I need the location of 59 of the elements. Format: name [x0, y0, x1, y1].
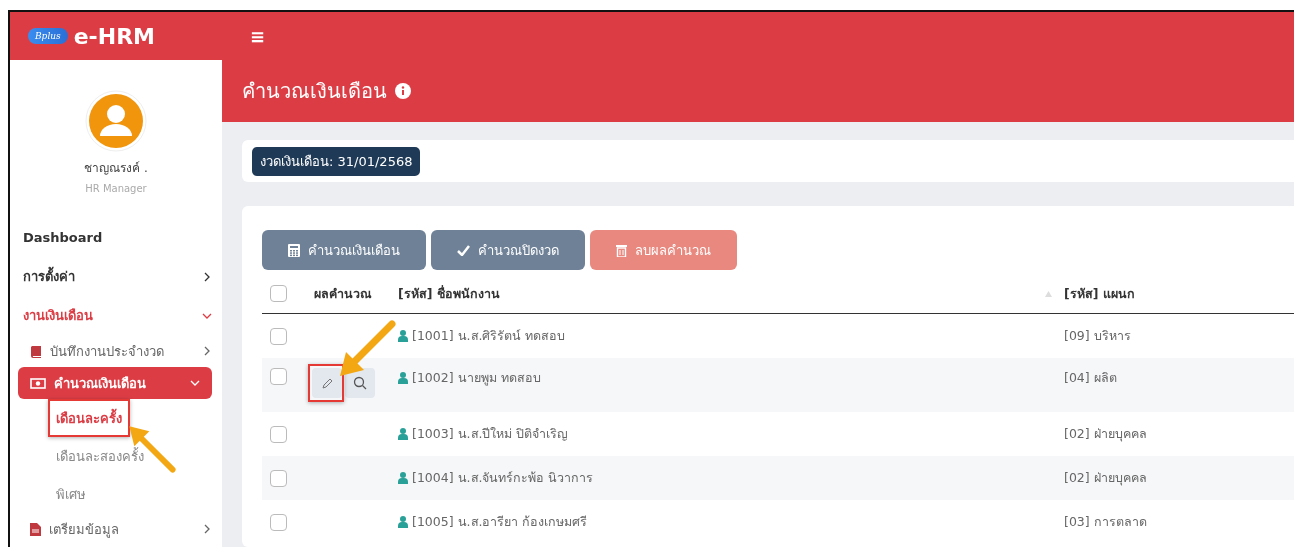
chevron-right-icon: [202, 524, 212, 534]
calculator-icon: [288, 243, 300, 257]
person-icon: [398, 428, 408, 440]
action-button[interactable]: คำนวณปิดงวด: [431, 230, 585, 270]
person-icon: [398, 472, 408, 484]
user-name: ชาญณรงค์ .: [84, 160, 148, 177]
logo-badge: Bplus: [28, 28, 68, 44]
sidebar-subitem[interactable]: บันทึกงานประจำงวด: [30, 335, 212, 367]
sidebar-subitem[interactable]: เตรียมข้อมูล: [30, 513, 212, 545]
page-title: คำนวณเงินเดือน: [242, 78, 387, 105]
department-name: [09] บริหาร: [1064, 327, 1132, 345]
sidebar-subitem[interactable]: เดือนละสองครั้ง: [48, 437, 152, 475]
employee-name: [1002] นายพูม ทดสอบ: [398, 368, 1064, 388]
document-icon: [30, 522, 41, 536]
chevron-right-icon: [202, 271, 212, 282]
sidebar-item[interactable]: งานเงินเดือน: [10, 296, 222, 335]
sidebar-subitem[interactable]: เดือนละครั้ง: [48, 399, 130, 437]
checkbox[interactable]: [270, 513, 287, 531]
employee-name: [1001] น.ส.ศิริรัตน์ ทดสอบ: [398, 326, 1064, 346]
menu-icon[interactable]: ≡: [250, 25, 266, 47]
sidebar-item[interactable]: การตั้งค่า: [10, 257, 222, 296]
banknote-icon: [30, 377, 46, 389]
user-role: HR Manager: [85, 183, 147, 194]
search-icon: [353, 376, 367, 390]
department-name: [03] การตลาด: [1064, 513, 1148, 531]
avatar: [85, 90, 147, 152]
sidebar-subitem[interactable]: พิเศษ: [48, 475, 94, 513]
checkmark-icon: [457, 244, 470, 256]
checkbox[interactable]: [270, 368, 287, 385]
column-header[interactable]: [รหัส] แผนก: [1064, 283, 1294, 304]
sort-icon[interactable]: [1045, 290, 1052, 297]
sidebar-item[interactable]: Dashboard: [10, 218, 222, 257]
sidebar-subitem[interactable]: คำนวณเงินเดือน: [18, 367, 212, 399]
brand-name: e-HRM: [73, 23, 155, 49]
trash-icon: [616, 243, 627, 257]
employee-name: [1005] น.ส.อารียา ก้องเกษมศรี: [398, 512, 1064, 532]
employee-name: [1004] น.ส.จันทร์กะพ้อ นิวาการ: [398, 468, 1064, 488]
employee-name: [1003] น.ส.ปีใหม่ ปิติจำเริญ: [398, 424, 1064, 444]
chevron-down-icon: [190, 378, 200, 388]
checkbox[interactable]: [270, 327, 287, 345]
checkbox[interactable]: [270, 285, 287, 302]
department-name: [02] ฝ่ายบุคคล: [1064, 469, 1148, 488]
book-icon: [30, 344, 42, 358]
edit-button[interactable]: [312, 368, 342, 398]
column-header[interactable]: [รหัส] ชื่อพนักงาน: [398, 283, 500, 304]
period-badge: งวดเงินเดือน: 31/01/2568: [252, 146, 421, 176]
action-button[interactable]: คำนวณเงินเดือน: [262, 230, 426, 270]
department-name: [04] ผลิต: [1064, 369, 1118, 387]
checkbox[interactable]: [270, 425, 287, 443]
checkbox[interactable]: [270, 469, 287, 487]
column-header: ผลคำนวณ: [313, 284, 373, 303]
department-name: [02] ฝ่ายบุคคล: [1064, 425, 1148, 444]
pencil-icon: [320, 376, 334, 390]
chevron-right-icon: [202, 346, 212, 356]
person-icon: [398, 330, 408, 342]
info-icon[interactable]: [395, 83, 411, 99]
person-icon: [398, 372, 408, 384]
action-button[interactable]: ลบผลคำนวณ: [590, 230, 737, 270]
person-icon: [398, 516, 408, 528]
